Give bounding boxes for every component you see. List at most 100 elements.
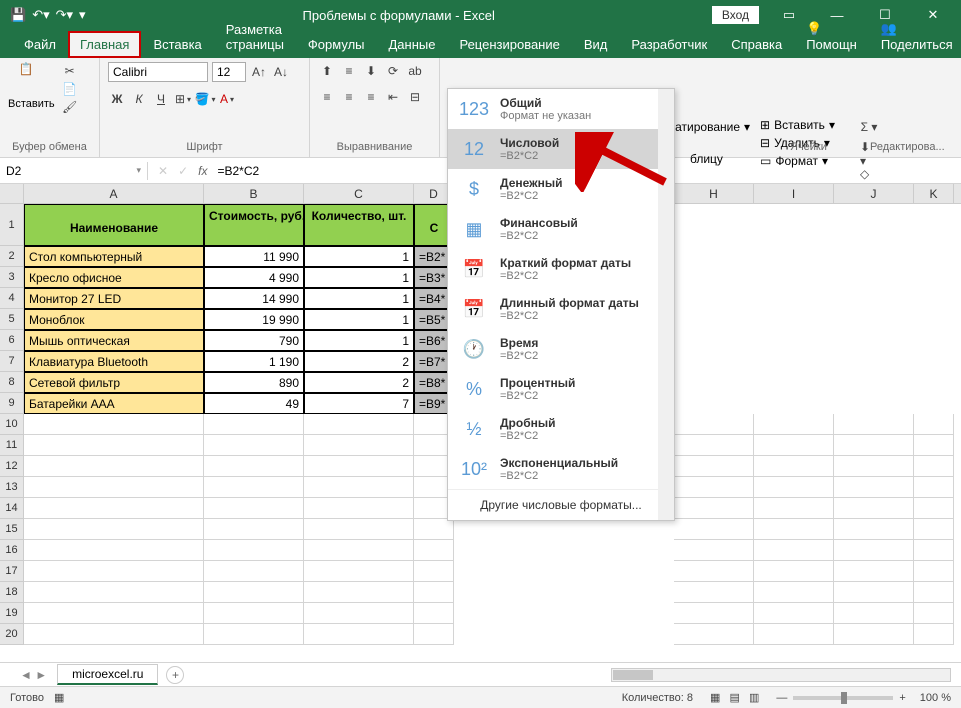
cancel-formula-icon[interactable]: ✕: [158, 164, 168, 178]
number-format-option[interactable]: ▦ Финансовый=B2*C2: [448, 209, 674, 249]
number-format-option[interactable]: 10² Экспоненциальный=B2*C2: [448, 449, 674, 489]
merge-icon[interactable]: ⊟: [406, 88, 424, 106]
tab-review[interactable]: Рецензирование: [447, 31, 571, 58]
cell[interactable]: [24, 435, 204, 456]
cell[interactable]: 1: [304, 246, 414, 267]
fx-icon[interactable]: fx: [198, 164, 207, 178]
align-left-icon[interactable]: ≡: [318, 88, 336, 106]
cell[interactable]: [674, 498, 754, 519]
cell[interactable]: [204, 414, 304, 435]
cell[interactable]: [834, 540, 914, 561]
row-header[interactable]: 4: [0, 288, 24, 309]
cell[interactable]: [204, 561, 304, 582]
cell[interactable]: [914, 477, 954, 498]
row-header[interactable]: 20: [0, 624, 24, 645]
cell[interactable]: [914, 603, 954, 624]
name-box-input[interactable]: [6, 164, 136, 178]
tab-view[interactable]: Вид: [572, 31, 620, 58]
cell[interactable]: [674, 540, 754, 561]
align-center-icon[interactable]: ≡: [340, 88, 358, 106]
row-header[interactable]: 19: [0, 603, 24, 624]
col-header[interactable]: H: [674, 184, 754, 203]
col-header[interactable]: B: [204, 184, 304, 203]
row-header[interactable]: 17: [0, 561, 24, 582]
fill-color-icon[interactable]: 🪣: [196, 90, 214, 108]
zoom-out-button[interactable]: —: [776, 692, 787, 704]
cell[interactable]: [24, 477, 204, 498]
cell[interactable]: 14 990: [204, 288, 304, 309]
sheet-nav[interactable]: ◄ ►: [20, 668, 57, 682]
cell[interactable]: [914, 582, 954, 603]
copy-icon[interactable]: 📄: [61, 80, 79, 98]
autosum-icon[interactable]: Σ ▾: [860, 118, 878, 136]
cell[interactable]: [204, 519, 304, 540]
cell[interactable]: [754, 624, 834, 645]
cell[interactable]: 1: [304, 309, 414, 330]
align-right-icon[interactable]: ≡: [362, 88, 380, 106]
row-header[interactable]: 11: [0, 435, 24, 456]
cell[interactable]: [834, 477, 914, 498]
cell[interactable]: [754, 603, 834, 624]
cell[interactable]: [304, 456, 414, 477]
cell[interactable]: [24, 414, 204, 435]
tab-formulas[interactable]: Формулы: [296, 31, 377, 58]
increase-font-icon[interactable]: A↑: [250, 63, 268, 81]
cell[interactable]: [414, 540, 454, 561]
tab-developer[interactable]: Разработчик: [619, 31, 719, 58]
cell[interactable]: [304, 561, 414, 582]
cell[interactable]: 49: [204, 393, 304, 414]
cell[interactable]: [204, 435, 304, 456]
cell[interactable]: [674, 603, 754, 624]
cell[interactable]: [24, 582, 204, 603]
cell[interactable]: 7: [304, 393, 414, 414]
cell[interactable]: [834, 414, 914, 435]
row-header[interactable]: 18: [0, 582, 24, 603]
cell[interactable]: [674, 414, 754, 435]
cell[interactable]: [414, 624, 454, 645]
cell[interactable]: [304, 414, 414, 435]
cell[interactable]: [834, 603, 914, 624]
col-header[interactable]: C: [304, 184, 414, 203]
cell[interactable]: [204, 603, 304, 624]
number-format-option[interactable]: 📅 Краткий формат даты=B2*C2: [448, 249, 674, 289]
number-format-option[interactable]: % Процентный=B2*C2: [448, 369, 674, 409]
cell[interactable]: [754, 456, 834, 477]
tab-tell-me[interactable]: 💡 Помощн: [794, 15, 869, 58]
cell[interactable]: [834, 582, 914, 603]
signin-button[interactable]: Вход: [712, 6, 759, 24]
cell[interactable]: [674, 519, 754, 540]
cell[interactable]: [414, 519, 454, 540]
cell[interactable]: [914, 414, 954, 435]
select-all-corner[interactable]: [0, 184, 24, 203]
cell[interactable]: [674, 456, 754, 477]
cut-icon[interactable]: ✂: [61, 62, 79, 80]
cell[interactable]: [834, 561, 914, 582]
cell[interactable]: [754, 519, 834, 540]
decrease-font-icon[interactable]: A↓: [272, 63, 290, 81]
cell[interactable]: [24, 456, 204, 477]
row-header[interactable]: 15: [0, 519, 24, 540]
cell[interactable]: [674, 561, 754, 582]
cell[interactable]: [834, 498, 914, 519]
cell[interactable]: [24, 540, 204, 561]
cell[interactable]: Монитор 27 LED: [24, 288, 204, 309]
enter-formula-icon[interactable]: ✓: [178, 164, 188, 178]
align-top-icon[interactable]: ⬆: [318, 62, 336, 80]
row-header[interactable]: 13: [0, 477, 24, 498]
decrease-indent-icon[interactable]: ⇤: [384, 88, 402, 106]
cell[interactable]: [204, 477, 304, 498]
cell[interactable]: [914, 456, 954, 477]
font-name-combo[interactable]: Calibri: [108, 62, 208, 82]
cell[interactable]: 1: [304, 288, 414, 309]
cell[interactable]: [304, 477, 414, 498]
tab-help[interactable]: Справка: [719, 31, 794, 58]
cell[interactable]: [834, 624, 914, 645]
cell[interactable]: [834, 435, 914, 456]
cell[interactable]: Сетевой фильтр: [24, 372, 204, 393]
cell[interactable]: [674, 582, 754, 603]
cell[interactable]: [834, 456, 914, 477]
row-header[interactable]: 14: [0, 498, 24, 519]
number-format-option[interactable]: 123 ОбщийФормат не указан: [448, 89, 674, 129]
cell[interactable]: [914, 561, 954, 582]
cell[interactable]: [414, 561, 454, 582]
